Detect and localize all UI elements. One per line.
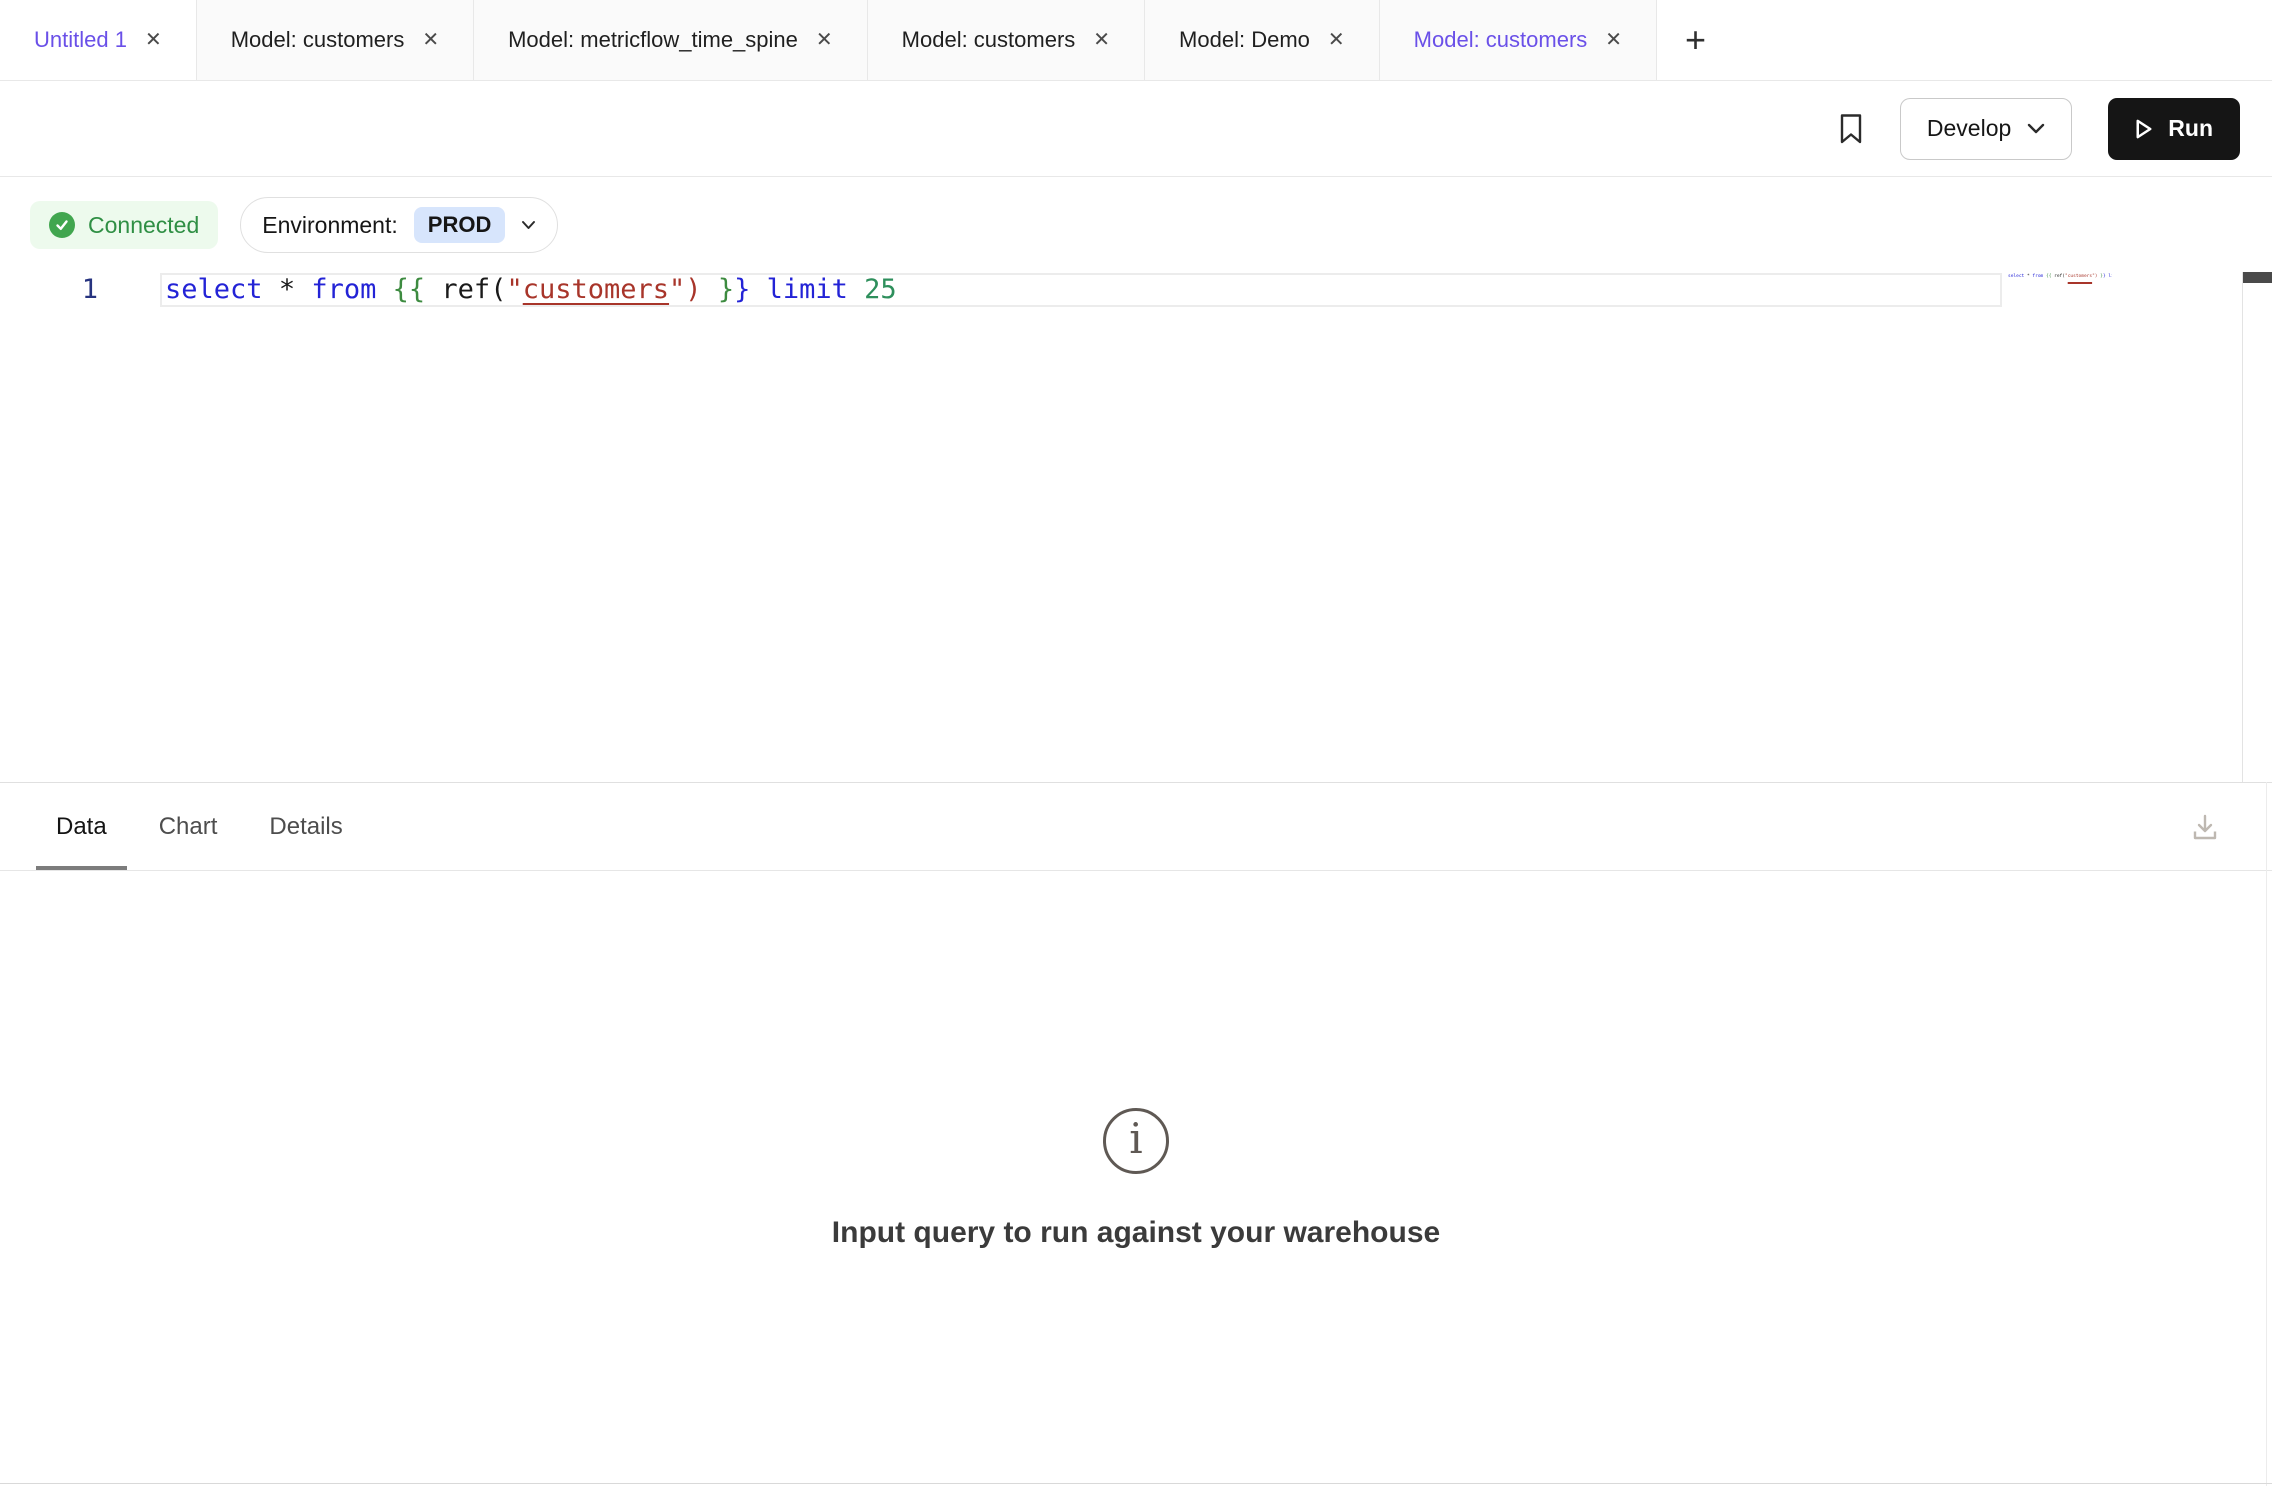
- run-button[interactable]: Run: [2108, 98, 2240, 160]
- code-token: }: [718, 274, 734, 305]
- tab-model-customers-2[interactable]: Model: customers ✕: [868, 0, 1145, 80]
- minimap-token: customers: [2068, 274, 2092, 279]
- tab-label: Model: customers: [902, 27, 1076, 53]
- download-icon: [2188, 811, 2222, 845]
- code-token: [425, 274, 441, 305]
- code-token: limit: [767, 274, 848, 305]
- code-token: from: [311, 274, 376, 305]
- connection-status-badge: Connected: [30, 201, 218, 249]
- play-icon: [2135, 119, 2153, 139]
- code-token: [750, 274, 766, 305]
- new-tab-button[interactable]: +: [1657, 0, 1734, 80]
- editor-scrollbar-thumb[interactable]: [2243, 272, 2272, 283]
- results-tab-data[interactable]: Data: [36, 783, 127, 870]
- code-token: ": [506, 274, 522, 305]
- results-empty-state: i Input query to run against your wareho…: [0, 871, 2272, 1486]
- chevron-down-icon: [521, 220, 536, 230]
- code-token: "): [669, 274, 702, 305]
- bookmark-button[interactable]: [1838, 113, 1864, 145]
- results-tab-details[interactable]: Details: [249, 783, 362, 870]
- minimap-token: select: [2008, 274, 2024, 279]
- tab-label: Untitled 1: [34, 27, 127, 53]
- minimap-token: from: [2032, 274, 2043, 279]
- editor-scrollbar[interactable]: [2242, 272, 2272, 782]
- code-token: [376, 274, 392, 305]
- code-line: select * from {{ ref("customers") }} lim…: [165, 275, 897, 305]
- tab-label: Model: metricflow_time_spine: [508, 27, 798, 53]
- results-tab-label: Details: [269, 813, 342, 841]
- results-tab-label: Data: [56, 813, 107, 841]
- environment-value-badge: PROD: [414, 207, 506, 243]
- environment-label: Environment:: [262, 212, 398, 239]
- code-token: *: [279, 274, 295, 305]
- tab-model-demo[interactable]: Model: Demo ✕: [1145, 0, 1380, 80]
- info-icon-glyph: i: [1129, 1118, 1142, 1160]
- close-icon[interactable]: ✕: [1093, 30, 1110, 50]
- connection-status-label: Connected: [88, 212, 199, 239]
- chevron-down-icon: [2027, 123, 2045, 134]
- close-icon[interactable]: ✕: [816, 30, 833, 50]
- code-token: select: [165, 274, 263, 305]
- develop-button[interactable]: Develop: [1900, 98, 2072, 160]
- active-line[interactable]: select * from {{ ref("customers") }} lim…: [160, 273, 2002, 307]
- code-token: ref: [441, 274, 490, 305]
- develop-button-label: Develop: [1927, 115, 2011, 142]
- line-number: 1: [0, 273, 98, 307]
- code-token: [702, 274, 718, 305]
- code-token: [848, 274, 864, 305]
- close-icon[interactable]: ✕: [1328, 30, 1345, 50]
- code-token: }: [734, 274, 750, 305]
- empty-state-message: Input query to run against your warehous…: [832, 1216, 1440, 1250]
- plus-icon: +: [1685, 22, 1706, 58]
- environment-selector[interactable]: Environment: PROD: [240, 197, 558, 253]
- tab-label: Model: customers: [231, 27, 405, 53]
- editor-line-1: 1 select * from {{ ref("customers") }} l…: [0, 273, 2002, 307]
- results-tab-bar: Data Chart Details: [0, 782, 2272, 871]
- info-icon: i: [1103, 1108, 1169, 1174]
- close-icon[interactable]: ✕: [1605, 30, 1622, 50]
- results-tab-label: Chart: [159, 813, 218, 841]
- code-token: [263, 274, 279, 305]
- run-button-label: Run: [2168, 115, 2213, 142]
- tab-label: Model: customers: [1414, 27, 1588, 53]
- results-tab-chart[interactable]: Chart: [139, 783, 238, 870]
- code-token-model-link[interactable]: customers: [523, 274, 669, 305]
- editor-tab-bar: Untitled 1 ✕ Model: customers ✕ Model: m…: [0, 0, 2272, 81]
- minimap-token: limit: [2108, 274, 2112, 279]
- download-button[interactable]: [2188, 783, 2222, 872]
- tab-untitled-1[interactable]: Untitled 1 ✕: [0, 0, 197, 80]
- check-icon: [49, 212, 75, 238]
- results-right-divider: [2266, 782, 2267, 1486]
- editor-status-row: Connected Environment: PROD: [30, 197, 558, 253]
- editor-minimap[interactable]: select * from {{ ref("customers") }} lim…: [2008, 272, 2112, 312]
- code-token: [295, 274, 311, 305]
- close-icon[interactable]: ✕: [145, 30, 162, 50]
- page-bottom-divider: [0, 1483, 2272, 1484]
- close-icon[interactable]: ✕: [422, 30, 439, 50]
- tab-label: Model: Demo: [1179, 27, 1310, 53]
- gutter-gap: [98, 273, 160, 307]
- tab-model-customers-1[interactable]: Model: customers ✕: [197, 0, 474, 80]
- tab-model-customers-3[interactable]: Model: customers ✕: [1380, 0, 1657, 80]
- tab-model-metricflow-time-spine[interactable]: Model: metricflow_time_spine ✕: [474, 0, 868, 80]
- sql-editor[interactable]: Connected Environment: PROD 1 select * f…: [0, 177, 2272, 782]
- code-token: {{: [393, 274, 426, 305]
- code-token: 25: [864, 274, 897, 305]
- bookmark-icon: [1838, 113, 1864, 145]
- editor-toolbar: Develop Run: [0, 81, 2272, 177]
- code-token: (: [490, 274, 506, 305]
